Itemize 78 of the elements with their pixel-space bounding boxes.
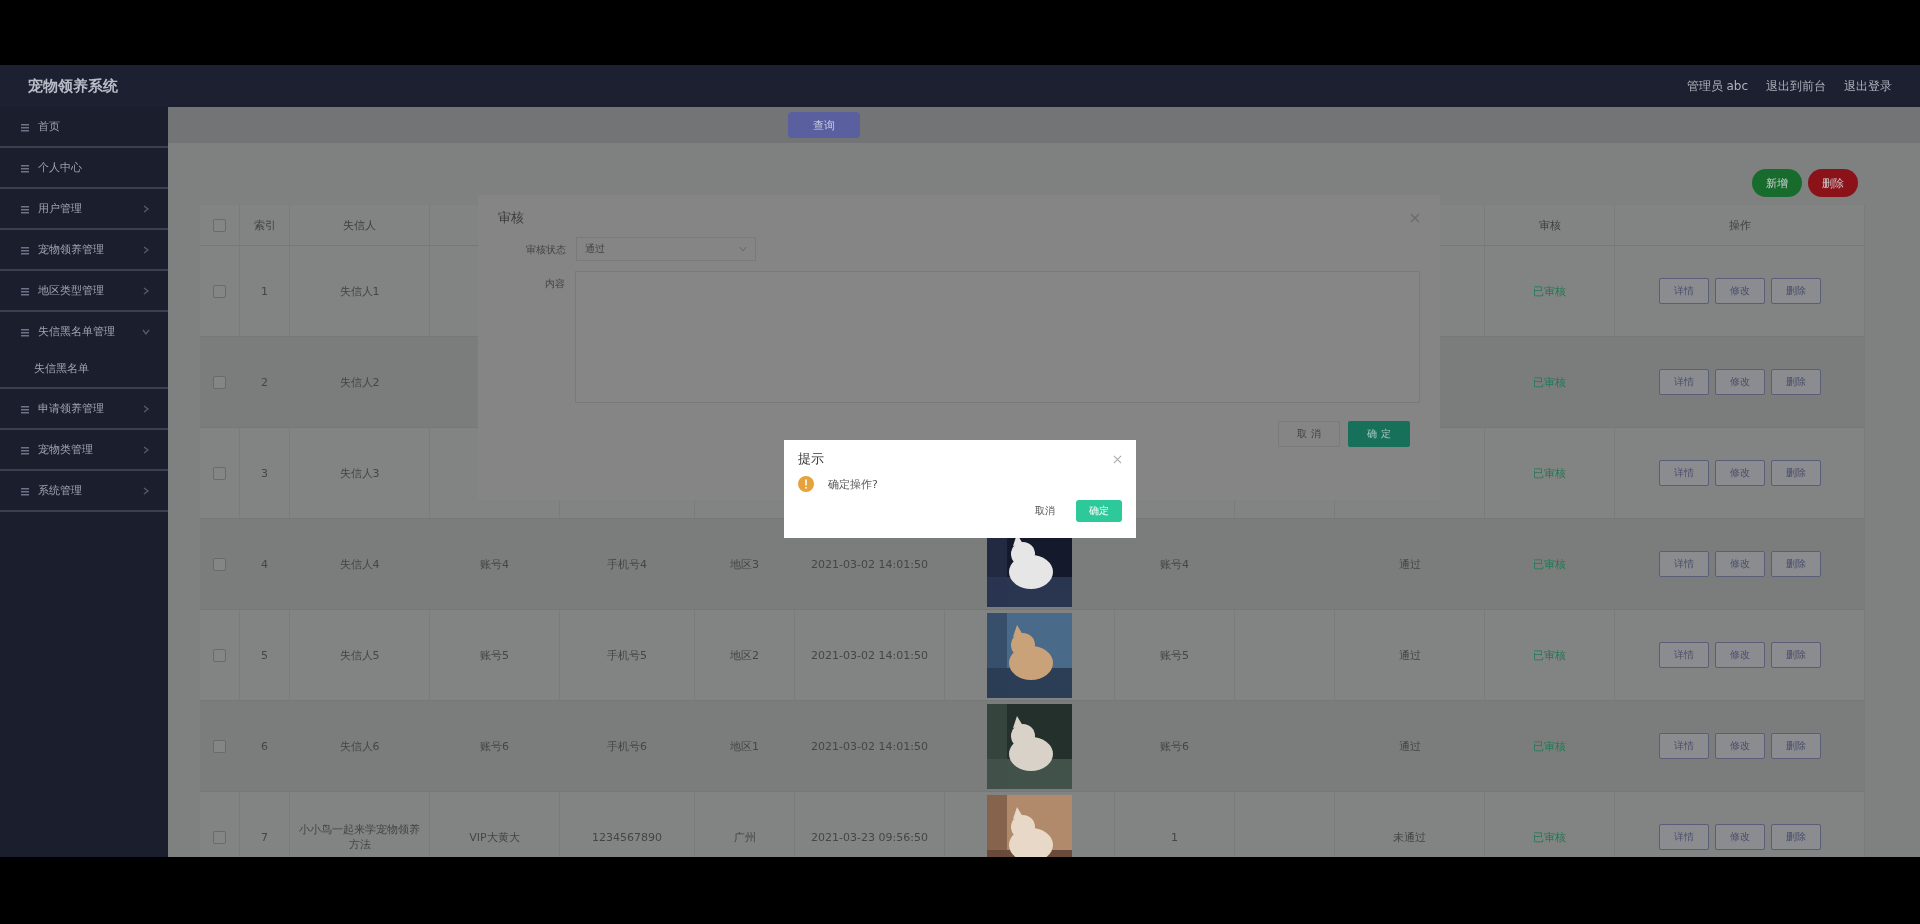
sidebar-subitem[interactable]: 失信黑名单 [0, 351, 168, 387]
dialog-title: 审核 [498, 209, 524, 227]
checkbox[interactable] [213, 218, 226, 232]
sidebar-item[interactable]: 失信黑名单管理 [0, 312, 168, 351]
checkbox[interactable] [213, 466, 226, 480]
table-cell: 1234567890 [592, 830, 662, 844]
sidebar-item[interactable]: 个人中心 [0, 148, 168, 187]
table-cell: 4 [261, 557, 268, 571]
sidebar-item[interactable]: 系统管理 [0, 471, 168, 510]
sidebar-item[interactable]: 宠物类管理 [0, 430, 168, 469]
app-title: 宠物领养系统 [28, 76, 118, 96]
menu-icon [20, 121, 30, 132]
column-header: 操作 [1728, 217, 1751, 233]
status-text: 已审核 [1533, 647, 1566, 663]
status-text: 已审核 [1533, 374, 1566, 390]
checkbox[interactable] [213, 648, 226, 662]
table-cell: 2021-03-02 14:01:50 [811, 557, 928, 571]
sidebar-item[interactable]: 宠物领养管理 [0, 230, 168, 269]
row-action-button[interactable]: 修改 [1714, 824, 1765, 850]
row-action-button[interactable]: 修改 [1714, 551, 1765, 577]
menu-icon [20, 285, 30, 296]
sidebar-item[interactable]: 申请领养管理 [0, 389, 168, 428]
table-cell: 7 [261, 830, 268, 844]
table-cell: 2021-03-02 14:01:50 [811, 739, 928, 753]
row-action-button[interactable]: 修改 [1714, 733, 1765, 759]
checkbox[interactable] [213, 375, 226, 389]
dialog-message: 确定操作? [828, 476, 878, 492]
confirm-button[interactable]: 确定 [1076, 500, 1122, 522]
close-icon[interactable] [1113, 454, 1122, 464]
table-cell: 失信人5 [339, 647, 380, 663]
delete-button[interactable]: 删除 [1808, 169, 1858, 197]
checkbox[interactable] [213, 830, 226, 844]
status-text: 已审核 [1533, 283, 1566, 299]
table-cell: 2 [261, 375, 268, 389]
checkbox[interactable] [213, 739, 226, 753]
user-label: 管理员 abc [1686, 77, 1748, 95]
table-cell: 失信人3 [339, 465, 380, 481]
status-text: 已审核 [1533, 829, 1566, 845]
column-header: 索引 [253, 217, 276, 233]
warning-icon [798, 476, 814, 492]
menu-icon [20, 444, 30, 455]
search-button[interactable]: 查询 [788, 112, 860, 138]
table-cell: 5 [261, 648, 268, 662]
checkbox[interactable] [213, 557, 226, 571]
add-button[interactable]: 新增 [1752, 169, 1802, 197]
sidebar-item[interactable]: 地区类型管理 [0, 271, 168, 310]
checkbox[interactable] [213, 284, 226, 298]
status-text: 已审核 [1533, 465, 1566, 481]
confirm-button[interactable]: 确 定 [1348, 421, 1410, 447]
status-text: 已审核 [1533, 738, 1566, 754]
table-cell: 1 [1171, 830, 1178, 844]
header-link[interactable]: 退出登录 [1844, 77, 1892, 95]
menu-icon [20, 403, 30, 414]
sidebar-item[interactable]: 首页 [0, 107, 168, 146]
table-cell: 6 [261, 739, 268, 753]
menu-icon [20, 162, 30, 173]
row-action-button[interactable]: 修改 [1714, 278, 1765, 304]
column-header: 失信人 [343, 217, 376, 233]
menu-icon [20, 485, 30, 496]
sidebar-item[interactable]: 用户管理 [0, 189, 168, 228]
row-action-button[interactable]: 修改 [1714, 642, 1765, 668]
table-cell: 3 [261, 466, 268, 480]
status-text: 已审核 [1533, 556, 1566, 572]
column-header: 审核 [1538, 217, 1561, 233]
field-label: 内容 [543, 277, 565, 291]
table-cell: 1 [261, 284, 268, 298]
row-action-button[interactable]: 修改 [1714, 369, 1765, 395]
close-icon[interactable] [1410, 213, 1420, 223]
menu-icon [20, 326, 30, 337]
table-cell: 2021-03-02 14:01:50 [811, 648, 928, 662]
table-cell: 2021-03-23 09:56:50 [811, 830, 928, 844]
dialog-title: 提示 [798, 450, 824, 468]
menu-icon [20, 244, 30, 255]
header-link[interactable]: 退出到前台 [1766, 77, 1826, 95]
menu-icon [20, 203, 30, 214]
row-action-button[interactable]: 修改 [1714, 460, 1765, 486]
caret-icon [739, 245, 747, 253]
table-cell: 失信人1 [339, 283, 380, 299]
